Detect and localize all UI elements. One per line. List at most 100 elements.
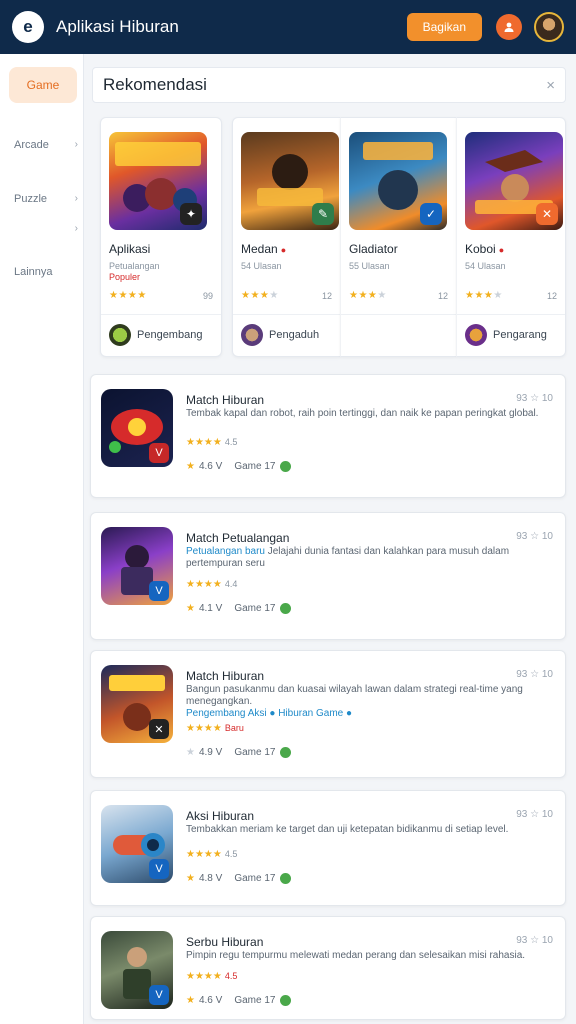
game-thumbnail: ✎	[241, 132, 339, 230]
app-description: Tembak kapal dan robot, raih poin tertin…	[186, 408, 539, 419]
developer[interactable]: Pengembang	[109, 324, 202, 346]
featured-card[interactable]: ✓ Gladiator 55 Ulasan ★★★★ 12	[340, 117, 456, 357]
user-icon[interactable]	[496, 14, 522, 40]
footer-rating: 4.9 V	[198, 747, 223, 758]
star-icon: ★	[186, 603, 195, 614]
top-bar: e Aplikasi Hiburan Bagikan	[0, 0, 576, 54]
sidebar-item-label: Arcade	[14, 139, 49, 151]
star-rating: ★★★★	[349, 290, 387, 301]
sidebar-item-0[interactable]: Arcade ›	[14, 139, 78, 151]
rating-value: 4.4	[224, 579, 238, 589]
divider	[341, 314, 456, 315]
app-meta: 93 ☆ 10	[516, 531, 553, 542]
game-genre: Petualangan	[109, 261, 160, 271]
chevron-right-icon: ›	[74, 193, 78, 204]
game-name: Gladiator	[349, 242, 398, 256]
app-list-item[interactable]: V Match Petualangan 93 ☆ 10 Petualangan …	[90, 512, 566, 640]
app-description: Tembakkan meriam ke target dan uji ketep…	[186, 824, 509, 835]
star-rating: ★★★★ 4.4	[186, 579, 238, 590]
app-icon: V	[101, 805, 173, 883]
game-name-text: Koboi	[465, 242, 496, 256]
rating-value: 4.5	[224, 971, 238, 981]
new-dot: ●	[498, 245, 505, 255]
star-rating: ★★★★ 4.5	[186, 971, 238, 982]
sidebar-item-1[interactable]: Puzzle ›	[14, 193, 78, 205]
description-highlight: Petualangan baru	[186, 546, 265, 557]
star-rating: ★★★★	[465, 290, 503, 301]
close-badge-icon: ✕	[536, 203, 558, 225]
divider	[101, 314, 221, 315]
sidebar-item-2[interactable]: ›	[14, 223, 78, 234]
game-name-text: Gladiator	[349, 242, 398, 256]
footer-category: Game 17	[234, 461, 276, 472]
game-name: Koboi ●	[465, 242, 504, 256]
app-list-item[interactable]: V Serbu Hiburan 93 ☆ 10 Pimpin regu temp…	[90, 916, 566, 1020]
game-name: Medan ●	[241, 242, 286, 256]
featured-carousel[interactable]: ✦ Aplikasi Petualangan Populer ★★★★ 99 P…	[92, 117, 566, 357]
developer-avatar	[465, 324, 487, 346]
app-meta: 93 ☆ 10	[516, 935, 553, 946]
status-dot-icon	[280, 461, 292, 472]
app-meta: 93 ☆ 10	[516, 669, 553, 680]
developer-name: Pengembang	[137, 329, 203, 341]
game-name-text: Aplikasi	[109, 242, 151, 256]
status-dot-icon	[280, 873, 292, 884]
featured-card[interactable]: ✦ Aplikasi Petualangan Populer ★★★★ 99 P…	[100, 117, 222, 357]
footer-category: Game 17	[234, 995, 276, 1006]
star-rating: ★★★★ Baru	[186, 723, 244, 734]
featured-card[interactable]: ✎ Medan ● 54 Ulasan ★★★★ 12 Pengaduh	[232, 117, 340, 357]
status-dot-icon	[280, 747, 292, 758]
rating-count: 12	[437, 291, 448, 301]
game-tag: Populer	[109, 272, 141, 282]
app-icon: V	[101, 527, 173, 605]
new-dot: ●	[280, 245, 287, 255]
app-footer: ★ 4.6 V Game 17	[186, 461, 292, 472]
sidebar: Game Arcade › Puzzle › › Lainnya	[0, 54, 84, 1024]
footer-category: Game 17	[234, 603, 276, 614]
game-name: Aplikasi	[109, 242, 150, 256]
app-description: Bangun pasukanmu dan kuasai wilayah lawa…	[186, 684, 551, 720]
developer-name: Pengaduh	[269, 329, 320, 341]
rating-count: 99	[202, 291, 213, 301]
edit-icon: ✎	[312, 203, 334, 225]
sidebar-item-active[interactable]: Game	[9, 67, 77, 103]
star-icon: ★	[186, 873, 195, 884]
footer-rating: 4.1 V	[198, 603, 223, 614]
sparkle-icon: ✦	[180, 203, 202, 225]
sidebar-item-3[interactable]: Lainnya	[14, 266, 78, 278]
developer[interactable]: Pengaduh	[241, 324, 319, 346]
rating-value: Baru	[224, 723, 244, 733]
star-rating: ★★★★ 4.5	[186, 849, 238, 860]
developer[interactable]: Pengarang	[465, 324, 547, 346]
app-logo-icon[interactable]: e	[12, 11, 44, 43]
app-title: Aksi Hiburan	[186, 809, 255, 823]
star-icon: ★	[186, 995, 195, 1006]
star-rating: ★★★★ 4.5	[186, 437, 238, 448]
featured-card[interactable]: ✕ Koboi ● 54 Ulasan ★★★★ 12 Pengarang	[456, 117, 566, 357]
app-footer: ★ 4.6 V Game 17	[186, 995, 292, 1006]
chevron-right-icon: ›	[74, 139, 78, 150]
app-description: Petualangan baru Jelajahi dunia fantasi …	[186, 546, 551, 570]
app-icon: ✕	[101, 665, 173, 743]
close-badge-icon: ✕	[149, 719, 169, 739]
app-icon: V	[101, 931, 173, 1009]
game-thumbnail: ✕	[465, 132, 563, 230]
app-footer: ★ 4.8 V Game 17	[186, 873, 292, 884]
footer-rating: 4.6 V	[198, 461, 223, 472]
verified-icon: V	[149, 581, 169, 601]
app-meta: 93 ☆ 10	[516, 393, 553, 404]
app-list-item[interactable]: V Match Hiburan 93 ☆ 10 Tembak kapal dan…	[90, 374, 566, 498]
share-button[interactable]: Bagikan	[406, 13, 482, 41]
divider	[457, 314, 565, 315]
app-title: Match Petualangan	[186, 531, 290, 545]
game-reviews: 55 Ulasan	[349, 261, 390, 271]
footer-rating: 4.6 V	[198, 995, 223, 1006]
app-list-item[interactable]: ✕ Match Hiburan 93 ☆ 10 Bangun pasukanmu…	[90, 650, 566, 778]
app-list-item[interactable]: V Aksi Hiburan 93 ☆ 10 Tembakkan meriam …	[90, 790, 566, 906]
sidebar-item-label: Lainnya	[14, 266, 53, 278]
app-icon: V	[101, 389, 173, 467]
star-rating: ★★★★	[241, 290, 279, 301]
profile-avatar[interactable]	[534, 12, 564, 42]
app-description: Pimpin regu tempurmu melewati medan pera…	[186, 950, 526, 961]
close-icon[interactable]: ×	[546, 77, 555, 94]
